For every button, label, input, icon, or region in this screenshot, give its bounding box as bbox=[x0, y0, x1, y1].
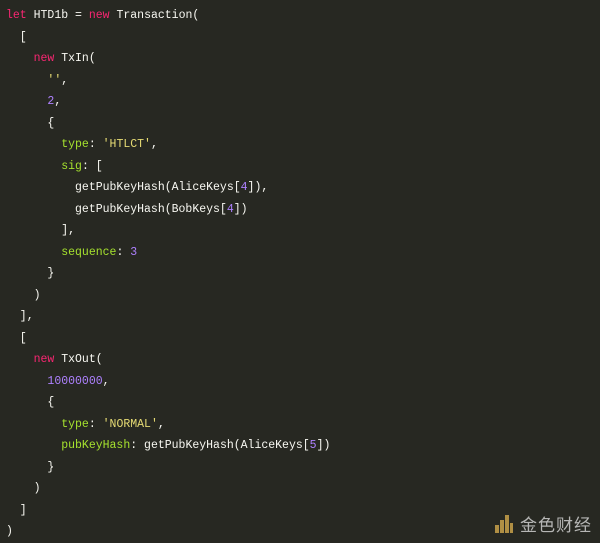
code-token-txt: ], bbox=[6, 310, 34, 323]
code-token-txt: ] bbox=[6, 503, 27, 517]
code-token-txt: ) bbox=[6, 525, 13, 538]
code-token-txt: TxOut( bbox=[54, 353, 103, 366]
code-line: { bbox=[6, 392, 330, 414]
code-token-txt: , bbox=[150, 138, 158, 151]
code-token-txt: ]) bbox=[316, 439, 331, 452]
code-token-txt: : bbox=[88, 138, 103, 151]
code-token-txt: , bbox=[102, 374, 110, 388]
code-token-txt: } bbox=[6, 460, 55, 474]
code-token-txt: { bbox=[6, 396, 55, 409]
code-token-txt: : [ bbox=[81, 159, 103, 173]
code-line: ) bbox=[6, 285, 330, 307]
code-token-str: '' bbox=[47, 73, 62, 87]
code-token-kw: new bbox=[33, 52, 55, 65]
code-line: 2, bbox=[6, 91, 330, 113]
code-token-num: 3 bbox=[130, 245, 138, 259]
code-line: { bbox=[6, 113, 330, 135]
code-block: let HTD1b = new Transaction( [ new TxIn(… bbox=[6, 5, 330, 543]
code-token-txt: : getPubKeyHash(AliceKeys[ bbox=[130, 439, 310, 452]
code-token-txt: { bbox=[6, 116, 55, 130]
code-token-txt: Transaction( bbox=[109, 9, 200, 22]
code-line: ) bbox=[6, 478, 330, 500]
code-line: new TxIn( bbox=[6, 48, 330, 70]
code-line: type: 'HTLCT', bbox=[6, 134, 330, 156]
code-token-txt: ) bbox=[6, 482, 41, 495]
code-token-txt: : bbox=[88, 417, 103, 431]
code-token-txt: getPubKeyHash(BobKeys[ bbox=[6, 202, 227, 216]
code-token-prop: sig bbox=[61, 159, 82, 173]
code-line: ] bbox=[6, 500, 330, 522]
code-token-txt: getPubKeyHash(AliceKeys[ bbox=[6, 181, 241, 194]
code-token-txt: , bbox=[54, 95, 62, 108]
code-token-txt: } bbox=[6, 267, 55, 280]
code-token-num: 10000000 bbox=[47, 374, 103, 388]
code-line: [ bbox=[6, 27, 330, 49]
code-token-prop: sequence bbox=[61, 245, 117, 259]
code-line: [ bbox=[6, 328, 330, 350]
code-token-txt: , bbox=[157, 417, 165, 431]
code-token-kw: new bbox=[33, 353, 55, 366]
code-line: } bbox=[6, 263, 330, 285]
code-line: ], bbox=[6, 306, 330, 328]
code-token-num: 4 bbox=[240, 181, 248, 194]
code-line: type: 'NORMAL', bbox=[6, 414, 330, 436]
code-line: ) bbox=[6, 521, 330, 543]
code-line: getPubKeyHash(BobKeys[4]) bbox=[6, 199, 330, 221]
code-token-num: 4 bbox=[226, 202, 234, 216]
code-token-str: 'HTLCT' bbox=[102, 138, 151, 151]
code-line: '', bbox=[6, 70, 330, 92]
code-token-prop: type bbox=[61, 417, 89, 431]
code-token-txt: TxIn( bbox=[54, 52, 96, 65]
code-line: sig: [ bbox=[6, 156, 330, 178]
code-token-txt: ]), bbox=[247, 181, 269, 194]
code-token-txt: ], bbox=[6, 224, 76, 237]
code-token-kw: let bbox=[6, 9, 27, 22]
jinse-logo-icon bbox=[495, 514, 513, 533]
code-token-txt: [ bbox=[6, 331, 27, 345]
code-line: ], bbox=[6, 220, 330, 242]
code-line: let HTD1b = new Transaction( bbox=[6, 5, 330, 27]
code-line: getPubKeyHash(AliceKeys[4]), bbox=[6, 177, 330, 199]
code-token-txt: , bbox=[61, 73, 69, 87]
code-token-txt: HTD1b = bbox=[26, 9, 89, 22]
code-token-txt: ]) bbox=[233, 202, 248, 216]
code-token-kw: new bbox=[88, 9, 110, 22]
code-token-txt: [ bbox=[6, 30, 27, 44]
watermark: 金色财经 bbox=[494, 511, 592, 536]
code-token-str: 'NORMAL' bbox=[102, 417, 158, 431]
watermark-text: 金色财经 bbox=[520, 516, 592, 536]
code-token-txt: ) bbox=[6, 288, 41, 302]
code-token-prop: type bbox=[61, 138, 89, 151]
code-token-prop: pubKeyHash bbox=[61, 439, 131, 452]
code-line: new TxOut( bbox=[6, 349, 330, 371]
code-line: 10000000, bbox=[6, 371, 330, 393]
code-line: pubKeyHash: getPubKeyHash(AliceKeys[5]) bbox=[6, 435, 330, 457]
code-line: } bbox=[6, 457, 330, 479]
code-token-num: 5 bbox=[309, 439, 317, 452]
code-line: sequence: 3 bbox=[6, 242, 330, 264]
code-token-txt: : bbox=[116, 245, 131, 259]
